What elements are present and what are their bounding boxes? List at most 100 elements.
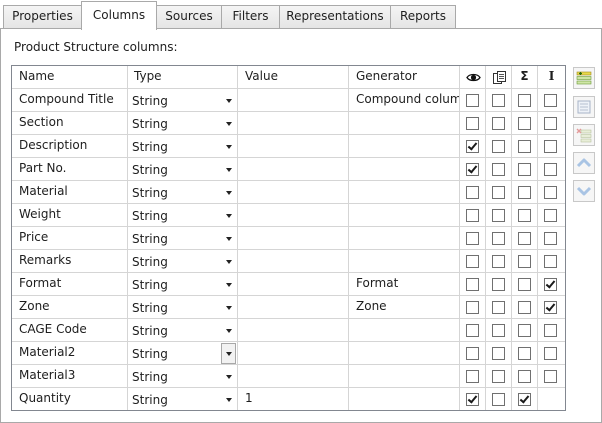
delete-column-button[interactable] bbox=[573, 124, 595, 146]
type-dropdown[interactable]: String bbox=[129, 274, 236, 295]
cell-visible-checkbox[interactable] bbox=[460, 158, 486, 181]
cell-sum-checkbox[interactable] bbox=[512, 89, 538, 112]
type-dropdown[interactable]: String bbox=[129, 343, 236, 364]
copy-checkbox[interactable] bbox=[492, 140, 505, 153]
copy-checkbox[interactable] bbox=[492, 393, 505, 406]
cell-type[interactable]: String bbox=[128, 319, 238, 342]
cell-type[interactable]: String bbox=[128, 250, 238, 273]
cell-value[interactable] bbox=[238, 112, 349, 135]
copy-checkbox[interactable] bbox=[492, 301, 505, 314]
move-down-button[interactable] bbox=[573, 180, 595, 202]
cell-type[interactable]: String bbox=[128, 89, 238, 112]
cell-name[interactable]: Material2 bbox=[12, 342, 128, 365]
cell-identifier-checkbox[interactable] bbox=[538, 89, 565, 112]
cell-generator[interactable] bbox=[349, 250, 460, 273]
identifier-checkbox[interactable] bbox=[544, 370, 557, 383]
identifier-checkbox[interactable] bbox=[544, 163, 557, 176]
cell-identifier-checkbox[interactable] bbox=[538, 273, 565, 296]
copy-checkbox[interactable] bbox=[492, 186, 505, 199]
cell-value[interactable] bbox=[238, 342, 349, 365]
table-row[interactable]: Part No. String bbox=[12, 158, 565, 181]
identifier-checkbox[interactable] bbox=[544, 140, 557, 153]
copy-checkbox[interactable] bbox=[492, 209, 505, 222]
cell-value[interactable] bbox=[238, 273, 349, 296]
cell-copy-checkbox[interactable] bbox=[486, 112, 512, 135]
cell-value[interactable] bbox=[238, 250, 349, 273]
identifier-checkbox[interactable] bbox=[544, 209, 557, 222]
cell-visible-checkbox[interactable] bbox=[460, 227, 486, 250]
cell-visible-checkbox[interactable] bbox=[460, 296, 486, 319]
tab-filters[interactable]: Filters bbox=[221, 5, 280, 28]
cell-name[interactable]: Price bbox=[12, 227, 128, 250]
cell-copy-checkbox[interactable] bbox=[486, 250, 512, 273]
cell-value[interactable] bbox=[238, 158, 349, 181]
copy-checkbox[interactable] bbox=[492, 370, 505, 383]
cell-identifier-checkbox[interactable] bbox=[538, 227, 565, 250]
tab-sources[interactable]: Sources bbox=[156, 5, 222, 28]
cell-visible-checkbox[interactable] bbox=[460, 89, 486, 112]
type-dropdown[interactable]: String bbox=[129, 320, 236, 341]
header-generator[interactable]: Generator bbox=[349, 66, 460, 89]
cell-generator[interactable] bbox=[349, 365, 460, 388]
cell-name[interactable]: Section bbox=[12, 112, 128, 135]
add-column-button[interactable] bbox=[573, 67, 595, 89]
sum-checkbox[interactable] bbox=[518, 186, 531, 199]
copy-checkbox[interactable] bbox=[492, 232, 505, 245]
cell-generator[interactable] bbox=[349, 181, 460, 204]
sum-checkbox[interactable] bbox=[518, 140, 531, 153]
visible-checkbox[interactable] bbox=[466, 278, 479, 291]
copy-checkbox[interactable] bbox=[492, 324, 505, 337]
cell-generator[interactable]: Compound column bbox=[349, 89, 460, 112]
cell-sum-checkbox[interactable] bbox=[512, 273, 538, 296]
identifier-checkbox[interactable] bbox=[544, 255, 557, 268]
cell-sum-checkbox[interactable] bbox=[512, 388, 538, 410]
cell-generator[interactable]: Zone bbox=[349, 296, 460, 319]
cell-identifier-checkbox[interactable] bbox=[538, 365, 565, 388]
copy-checkbox[interactable] bbox=[492, 347, 505, 360]
cell-sum-checkbox[interactable] bbox=[512, 365, 538, 388]
identifier-checkbox[interactable] bbox=[544, 347, 557, 360]
cell-sum-checkbox[interactable] bbox=[512, 204, 538, 227]
type-dropdown[interactable]: String bbox=[129, 251, 236, 272]
cell-type[interactable]: String bbox=[128, 388, 238, 410]
cell-visible-checkbox[interactable] bbox=[460, 204, 486, 227]
cell-sum-checkbox[interactable] bbox=[512, 135, 538, 158]
cell-generator[interactable] bbox=[349, 319, 460, 342]
cell-type[interactable]: String bbox=[128, 135, 238, 158]
tab-reports[interactable]: Reports bbox=[390, 5, 456, 28]
cell-name[interactable]: Quantity bbox=[12, 388, 128, 410]
type-dropdown[interactable]: String bbox=[129, 205, 236, 226]
cell-sum-checkbox[interactable] bbox=[512, 342, 538, 365]
cell-sum-checkbox[interactable] bbox=[512, 296, 538, 319]
cell-copy-checkbox[interactable] bbox=[486, 388, 512, 410]
cell-generator[interactable] bbox=[349, 342, 460, 365]
cell-copy-checkbox[interactable] bbox=[486, 181, 512, 204]
cell-generator[interactable] bbox=[349, 135, 460, 158]
cell-sum-checkbox[interactable] bbox=[512, 319, 538, 342]
sum-checkbox[interactable] bbox=[518, 209, 531, 222]
table-row[interactable]: Description String bbox=[12, 135, 565, 158]
cell-value[interactable] bbox=[238, 227, 349, 250]
copy-checkbox[interactable] bbox=[492, 163, 505, 176]
type-dropdown[interactable]: String bbox=[129, 366, 236, 387]
cell-copy-checkbox[interactable] bbox=[486, 296, 512, 319]
cell-visible-checkbox[interactable] bbox=[460, 112, 486, 135]
cell-type[interactable]: String bbox=[128, 158, 238, 181]
cell-value[interactable] bbox=[238, 296, 349, 319]
sum-checkbox[interactable] bbox=[518, 94, 531, 107]
cell-visible-checkbox[interactable] bbox=[460, 273, 486, 296]
cell-copy-checkbox[interactable] bbox=[486, 365, 512, 388]
header-name[interactable]: Name bbox=[12, 66, 128, 89]
visible-checkbox[interactable] bbox=[466, 324, 479, 337]
cell-sum-checkbox[interactable] bbox=[512, 250, 538, 273]
table-row[interactable]: Weight String bbox=[12, 204, 565, 227]
cell-identifier-checkbox[interactable] bbox=[538, 135, 565, 158]
cell-copy-checkbox[interactable] bbox=[486, 158, 512, 181]
header-copy[interactable] bbox=[486, 66, 512, 89]
identifier-checkbox[interactable] bbox=[544, 232, 557, 245]
table-row[interactable]: CAGE Code String bbox=[12, 319, 565, 342]
visible-checkbox[interactable] bbox=[466, 232, 479, 245]
type-dropdown[interactable]: String bbox=[129, 389, 236, 410]
move-up-button[interactable] bbox=[573, 152, 595, 174]
visible-checkbox[interactable] bbox=[466, 393, 479, 406]
